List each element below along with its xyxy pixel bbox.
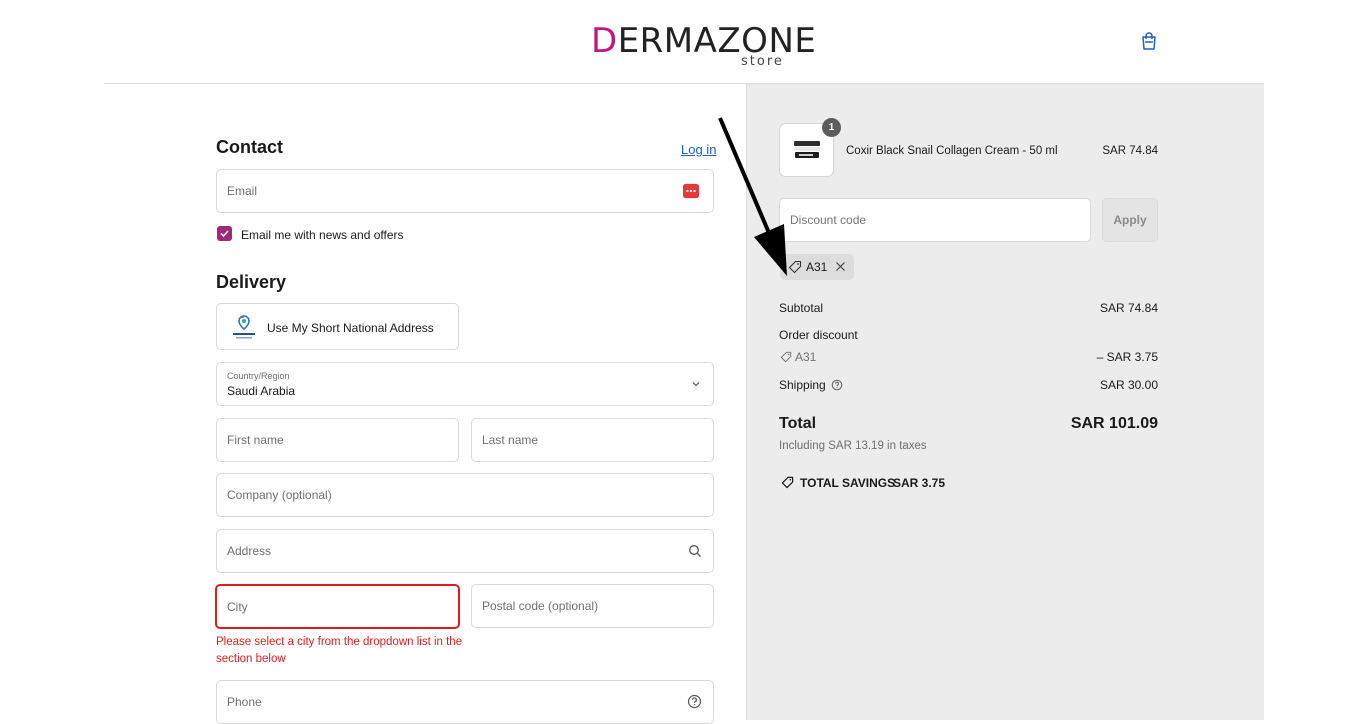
order-summary-panel (746, 84, 1264, 720)
product-price: SAR 74.84 (1102, 145, 1158, 157)
taxes-note: Including SAR 13.19 in taxes (779, 440, 927, 452)
shipping-help-icon[interactable] (831, 379, 843, 391)
phone-input[interactable] (217, 681, 713, 723)
remove-discount-icon[interactable] (835, 261, 846, 272)
delivery-heading: Delivery (216, 272, 287, 292)
total-row: Total SAR 101.09 (779, 415, 1158, 433)
checkmark-icon (220, 230, 229, 238)
city-error-message: Please select a city from the dropdown l… (216, 636, 463, 665)
shipping-value: SAR 30.00 (1099, 378, 1158, 392)
newsletter-checkbox[interactable] (217, 226, 232, 241)
discount-code-input[interactable] (780, 199, 1090, 241)
password-manager-icon[interactable] (683, 183, 699, 199)
logo-subtitle: store (741, 54, 784, 69)
apply-discount-button[interactable]: Apply (1102, 198, 1158, 242)
country-select[interactable]: Country/Region Saudi Arabia (216, 362, 714, 406)
logo-main: ERMAZONE (617, 21, 817, 61)
first-name-field[interactable] (216, 418, 459, 462)
store-logo[interactable]: DERMAZONE store (591, 21, 816, 69)
total-value: SAR 101.09 (1070, 415, 1158, 432)
last-name-field[interactable] (471, 418, 714, 462)
postal-code-input[interactable] (472, 585, 713, 627)
discount-value: – SAR 3.75 (1096, 350, 1158, 364)
chevron-down-icon (692, 382, 700, 387)
total-savings-label: TOTAL SAVINGS (800, 476, 896, 490)
email-input[interactable] (217, 170, 713, 212)
tag-icon (788, 260, 802, 274)
national-address-label: Use My Short National Address (267, 321, 434, 335)
discount-code-label: A31 (795, 350, 817, 364)
subtotal-row: Subtotal SAR 74.84 (779, 301, 1158, 315)
subtotal-label: Subtotal (779, 301, 824, 315)
product-name: Coxir Black Snail Collagen Cream - 50 ml (846, 145, 1058, 157)
city-field[interactable] (215, 584, 460, 629)
shopping-bag-icon[interactable] (1140, 31, 1158, 51)
country-label: Country/Region (227, 371, 290, 381)
company-input[interactable] (217, 474, 713, 516)
order-discount-row: Order discount (779, 328, 1158, 342)
applied-discount-code: A31 (806, 260, 828, 274)
phone-field[interactable] (216, 680, 714, 724)
country-value: Saudi Arabia (227, 384, 296, 398)
search-icon[interactable] (688, 544, 702, 558)
city-input[interactable] (217, 586, 458, 627)
newsletter-label: Email me with news and offers (241, 228, 404, 242)
shipping-row: Shipping SAR 30.00 (779, 378, 1158, 392)
last-name-input[interactable] (472, 419, 713, 461)
address-input[interactable] (217, 530, 713, 572)
savings-tag-icon (781, 476, 794, 489)
discount-code-field[interactable] (779, 198, 1091, 242)
address-field[interactable] (216, 529, 714, 573)
national-address-logo-icon (233, 315, 255, 339)
postal-code-field[interactable] (471, 584, 714, 628)
applied-discount-chip: A31 (780, 254, 854, 280)
quantity-badge: 1 (822, 118, 841, 137)
first-name-input[interactable] (217, 419, 458, 461)
shipping-label: Shipping (779, 378, 826, 392)
discount-tag-icon (780, 351, 792, 363)
national-address-button[interactable]: Use My Short National Address (216, 303, 459, 350)
contact-heading: Contact (216, 137, 283, 157)
subtotal-value: SAR 74.84 (1099, 301, 1158, 315)
order-discount-label: Order discount (779, 328, 858, 342)
email-field[interactable] (216, 169, 714, 213)
company-field[interactable] (216, 473, 714, 517)
site-header: DERMAZONE store (0, 0, 1368, 84)
help-circle-icon[interactable] (687, 694, 702, 709)
total-label: Total (779, 415, 817, 432)
logo-initial: D (591, 21, 618, 61)
total-savings-value: SAR 3.75 (893, 476, 946, 490)
